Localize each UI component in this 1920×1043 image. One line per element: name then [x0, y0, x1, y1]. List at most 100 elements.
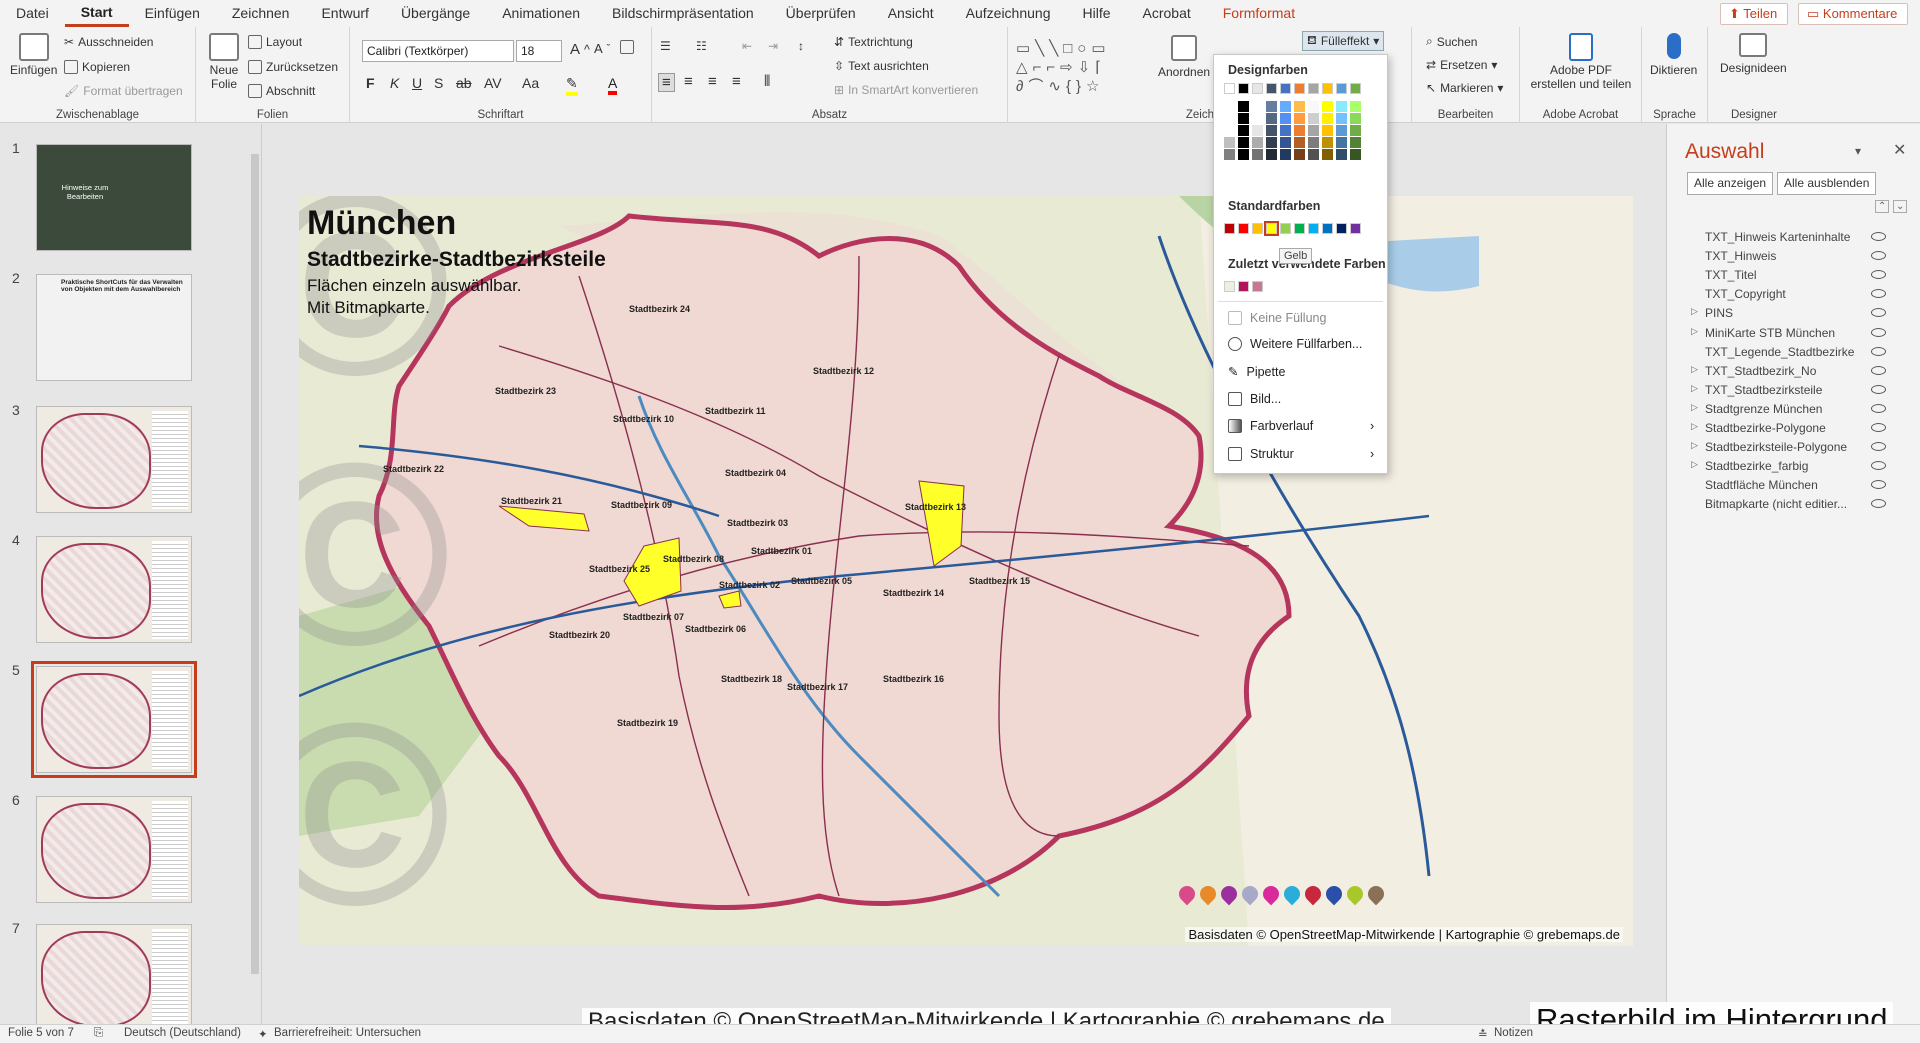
- move-down-icon[interactable]: ⌄: [1893, 200, 1908, 213]
- color-swatch[interactable]: [1238, 149, 1249, 160]
- tab-bildschirmpräsentation[interactable]: Bildschirmpräsentation: [596, 0, 770, 27]
- notes-icon[interactable]: ≛: [1478, 1027, 1488, 1041]
- selection-item[interactable]: Stadtfläche München: [1705, 478, 1905, 496]
- expand-icon[interactable]: ▷: [1691, 306, 1698, 317]
- district-label[interactable]: Stadtbezirk 03: [727, 518, 788, 528]
- gradient-item[interactable]: Farbverlauf ›: [1228, 419, 1378, 433]
- decrease-indent-button[interactable]: ⇤: [742, 39, 752, 53]
- layout-button[interactable]: Layout: [248, 35, 302, 49]
- color-swatch[interactable]: [1294, 137, 1305, 148]
- char-spacing-button[interactable]: AV: [484, 75, 502, 91]
- color-swatch[interactable]: [1280, 83, 1291, 94]
- align-center-button[interactable]: ≡: [684, 73, 693, 90]
- format-painter-button[interactable]: 🖌 Format übertragen: [64, 84, 183, 98]
- color-swatch[interactable]: [1224, 149, 1235, 160]
- dictate-button[interactable]: Diktieren: [1650, 33, 1697, 77]
- color-swatch[interactable]: [1322, 83, 1333, 94]
- tab-datei[interactable]: Datei: [0, 0, 65, 27]
- section-button[interactable]: Abschnitt: [248, 84, 315, 98]
- color-swatch[interactable]: [1252, 137, 1263, 148]
- color-swatch[interactable]: [1336, 125, 1347, 136]
- select-button[interactable]: ↖ Markieren ▾: [1426, 81, 1503, 95]
- arrange-button[interactable]: Anordnen: [1158, 35, 1210, 79]
- selection-item[interactable]: TXT_Legende_Stadtbezirke: [1705, 345, 1905, 363]
- line-spacing-button[interactable]: ↕: [798, 39, 804, 53]
- strikethrough-button[interactable]: ab: [456, 75, 472, 91]
- slide-thumbnail[interactable]: [36, 924, 192, 1031]
- color-swatch[interactable]: [1266, 101, 1277, 112]
- color-swatch[interactable]: [1266, 137, 1277, 148]
- tab-überprüfen[interactable]: Überprüfen: [770, 0, 872, 27]
- visibility-eye-icon[interactable]: [1871, 403, 1886, 413]
- visibility-eye-icon[interactable]: [1871, 461, 1886, 471]
- language-indicator[interactable]: Deutsch (Deutschland): [124, 1027, 241, 1039]
- tab-hilfe[interactable]: Hilfe: [1066, 0, 1126, 27]
- visibility-eye-icon[interactable]: [1871, 251, 1886, 261]
- color-swatch[interactable]: [1350, 83, 1361, 94]
- more-fill-colors-item[interactable]: Weitere Füllfarben...: [1228, 337, 1362, 351]
- slide-description-2[interactable]: Mit Bitmapkarte.: [307, 298, 430, 318]
- tab-animationen[interactable]: Animationen: [486, 0, 596, 27]
- align-text-button[interactable]: ⇳ Text ausrichten: [834, 59, 929, 73]
- map-credit[interactable]: Basisdaten © OpenStreetMap-Mitwirkende |…: [1185, 927, 1623, 942]
- pane-options-icon[interactable]: ▾: [1855, 144, 1861, 158]
- color-swatch[interactable]: [1350, 101, 1361, 112]
- color-swatch[interactable]: [1350, 113, 1361, 124]
- font-family-select[interactable]: Calibri (Textkörper): [362, 40, 514, 62]
- columns-button[interactable]: ⫴: [764, 73, 770, 90]
- color-swatch[interactable]: [1266, 149, 1277, 160]
- district-label[interactable]: Stadtbezirk 02: [719, 580, 780, 590]
- district-label[interactable]: Stadtbezirk 04: [725, 468, 786, 478]
- tab-entwurf[interactable]: Entwurf: [305, 0, 384, 27]
- district-label[interactable]: Stadtbezirk 16: [883, 674, 944, 684]
- thumbnail-scrollbar[interactable]: [250, 134, 260, 1014]
- color-swatch[interactable]: [1224, 113, 1235, 124]
- slide-thumbnail[interactable]: [36, 406, 192, 513]
- selection-item[interactable]: TXT_Titel: [1705, 268, 1905, 286]
- color-swatch[interactable]: [1322, 125, 1333, 136]
- clear-format-button[interactable]: [620, 40, 634, 54]
- district-label[interactable]: Stadtbezirk 06: [685, 624, 746, 634]
- selection-item[interactable]: TXT_Hinweis: [1705, 249, 1905, 267]
- visibility-eye-icon[interactable]: [1871, 232, 1886, 241]
- spellcheck-icon[interactable]: ⎘: [94, 1027, 103, 1040]
- expand-icon[interactable]: ▷: [1691, 440, 1698, 451]
- selection-item[interactable]: ▷ TXT_Stadtbezirk_No: [1691, 364, 1905, 382]
- color-swatch[interactable]: [1336, 223, 1347, 234]
- cut-button[interactable]: ✂ Ausschneiden: [64, 35, 153, 49]
- new-slide-button[interactable]: Neue Folie: [206, 33, 242, 91]
- move-up-icon[interactable]: ⌃: [1875, 200, 1890, 213]
- slide-thumbnail[interactable]: [31, 661, 197, 778]
- slide-title[interactable]: München: [307, 204, 456, 243]
- italic-button[interactable]: K: [390, 75, 399, 91]
- visibility-eye-icon[interactable]: [1871, 270, 1886, 280]
- numbering-button[interactable]: ☷: [696, 39, 707, 53]
- color-swatch[interactable]: [1294, 149, 1305, 160]
- create-pdf-button[interactable]: Adobe PDF erstellen und teilen: [1530, 33, 1632, 91]
- color-swatch[interactable]: [1294, 125, 1305, 136]
- district-label[interactable]: Stadtbezirk 15: [969, 576, 1030, 586]
- color-swatch[interactable]: [1252, 113, 1263, 124]
- color-swatch[interactable]: [1280, 223, 1291, 234]
- color-swatch[interactable]: [1308, 149, 1319, 160]
- shapes-gallery[interactable]: ▭╲╲□○▭ △⌐⌐⇨⇩⌈ ∂⌒∿{}☆: [1016, 33, 1152, 101]
- color-swatch[interactable]: [1238, 137, 1249, 148]
- color-swatch[interactable]: [1252, 149, 1263, 160]
- color-swatch[interactable]: [1224, 101, 1235, 112]
- color-swatch[interactable]: [1336, 101, 1347, 112]
- tab-einfügen[interactable]: Einfügen: [129, 0, 216, 27]
- selection-item[interactable]: ▷ Stadtbezirksteile-Polygone: [1691, 440, 1905, 458]
- copy-button[interactable]: Kopieren: [64, 60, 130, 74]
- selection-item[interactable]: ▷ Stadtgrenze München: [1691, 402, 1905, 420]
- slide-thumbnail[interactable]: [36, 536, 192, 643]
- color-swatch[interactable]: [1252, 281, 1263, 292]
- district-label[interactable]: Stadtbezirk 07: [623, 612, 684, 622]
- color-swatch[interactable]: [1350, 137, 1361, 148]
- underline-button[interactable]: U: [412, 75, 422, 91]
- design-ideas-button[interactable]: Designideen: [1720, 33, 1787, 75]
- color-swatch[interactable]: [1224, 137, 1235, 148]
- visibility-eye-icon[interactable]: [1871, 499, 1886, 509]
- color-swatch[interactable]: [1252, 101, 1263, 112]
- color-swatch[interactable]: [1308, 223, 1319, 234]
- color-swatch[interactable]: [1224, 125, 1235, 136]
